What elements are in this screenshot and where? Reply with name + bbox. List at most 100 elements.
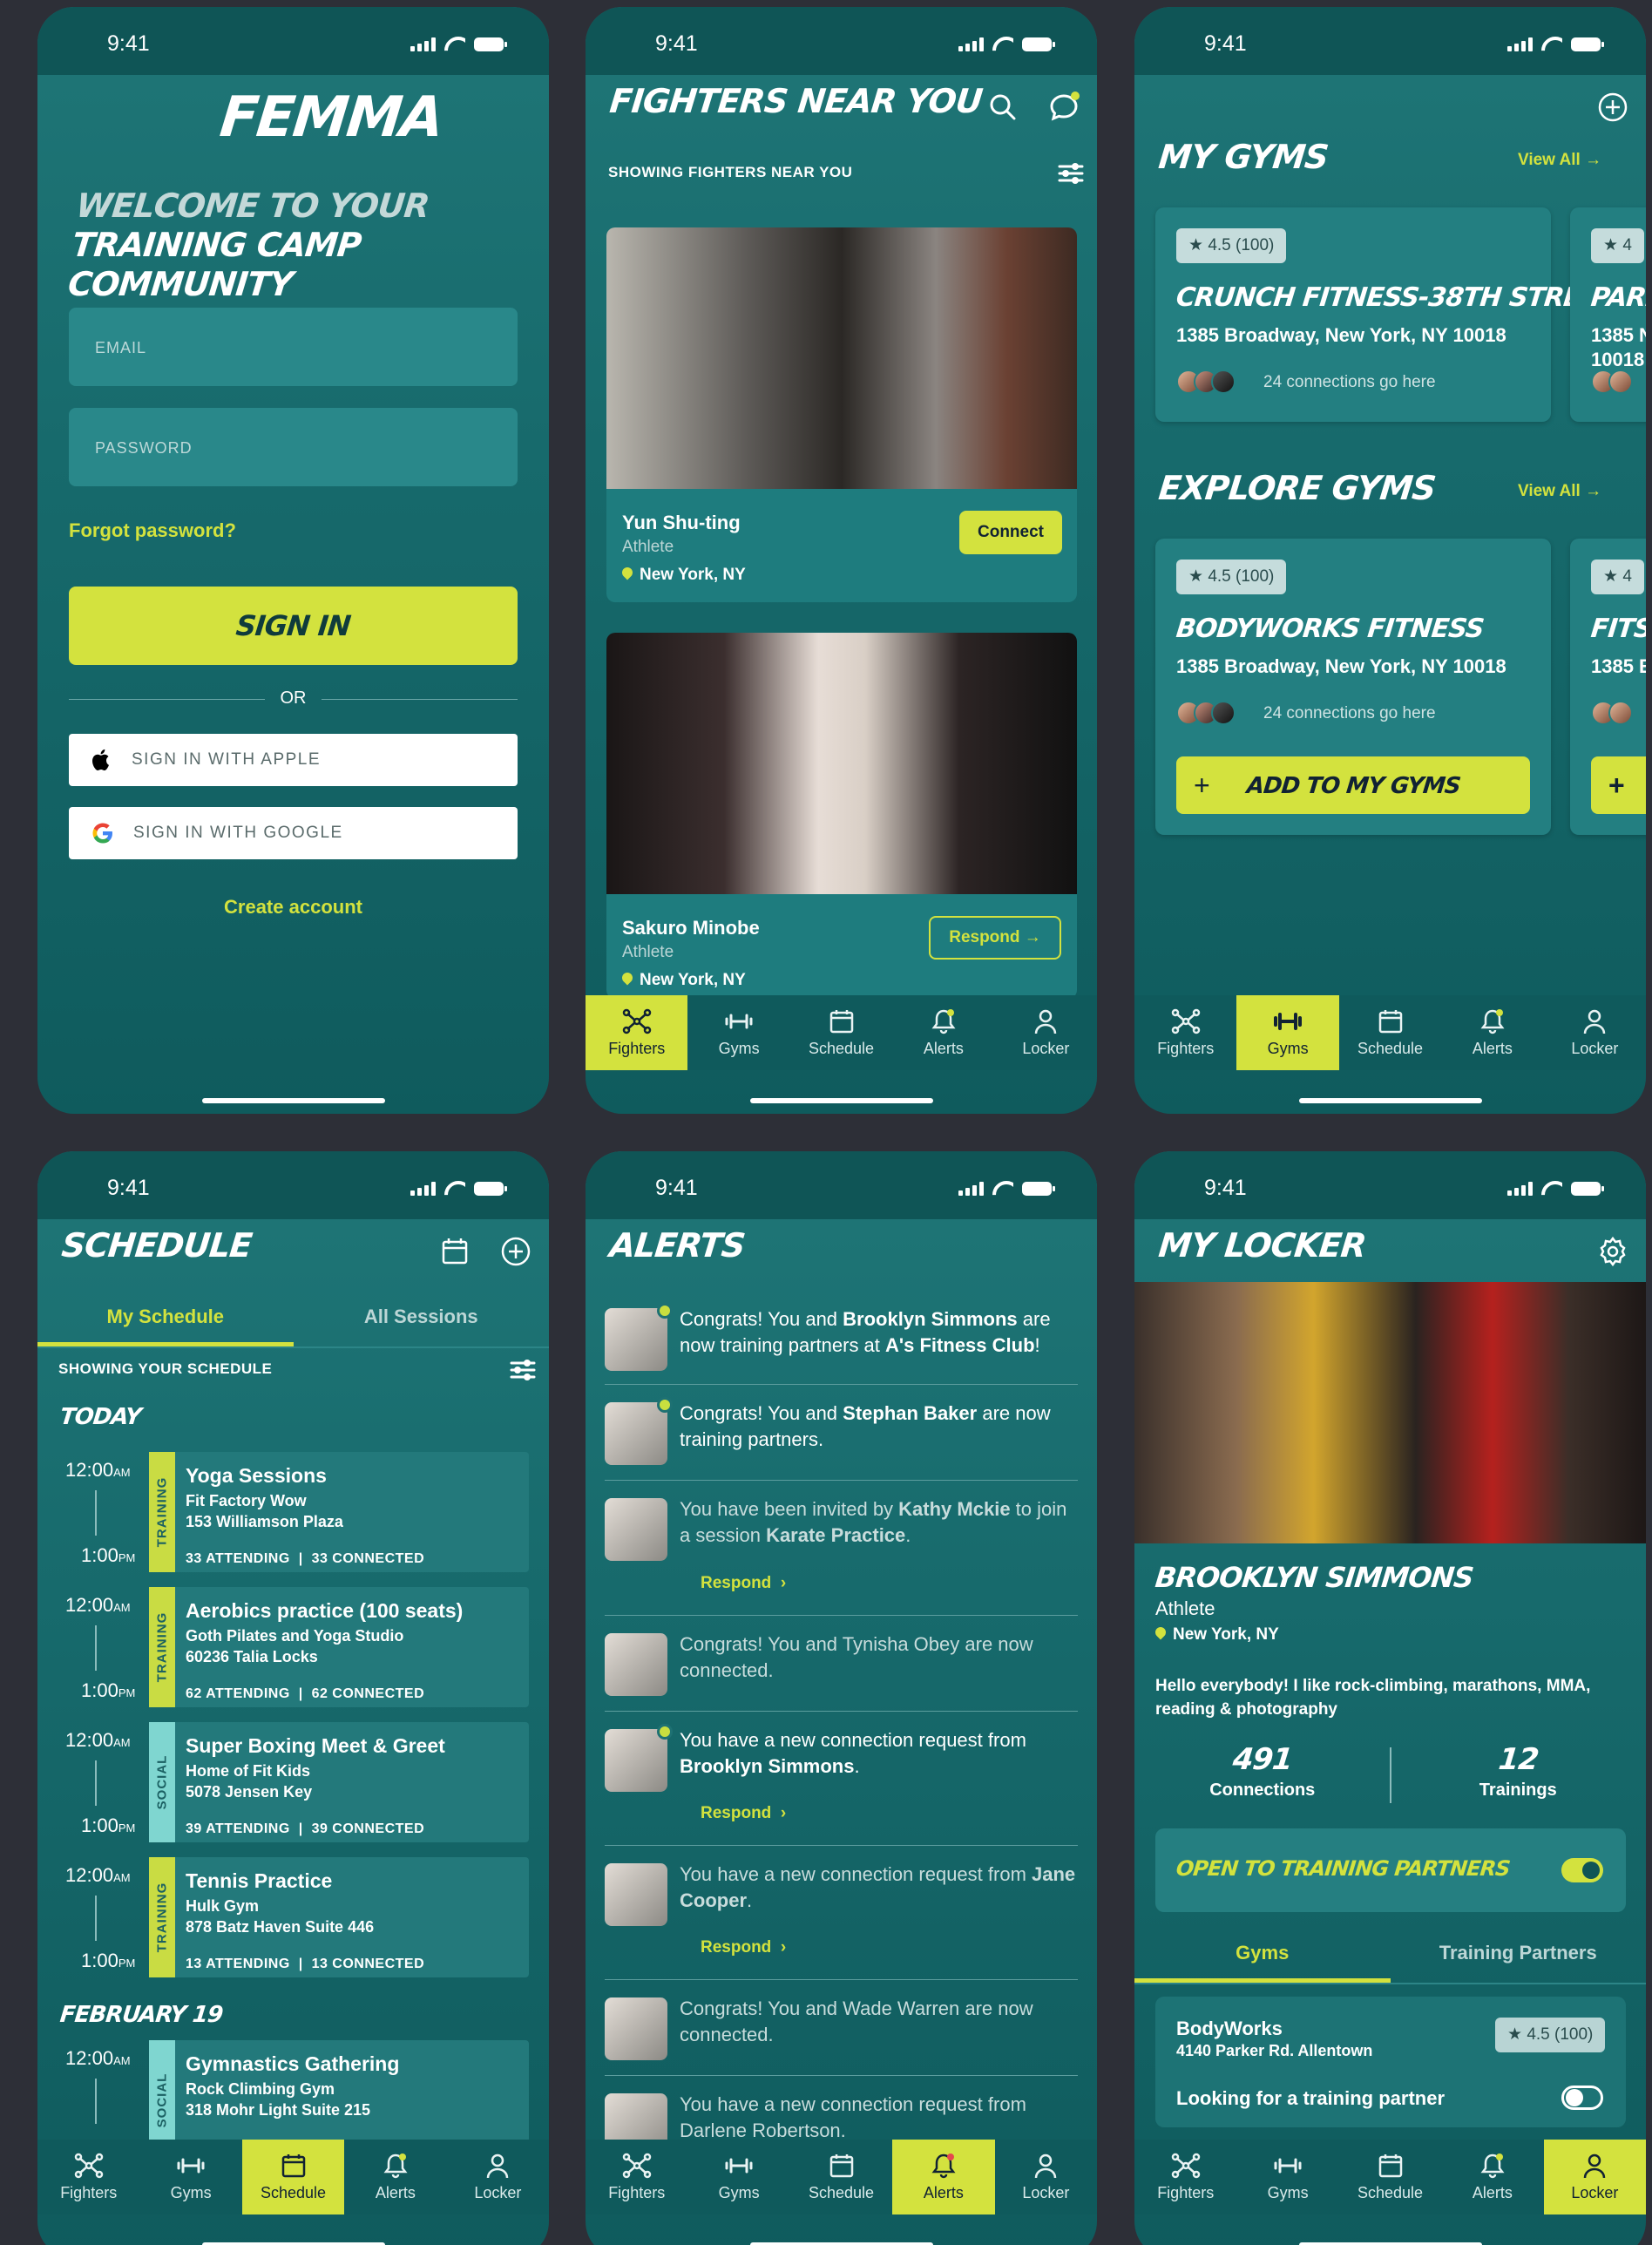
alert-item[interactable]: You have been invited by Kathy Mckie to … <box>605 1481 1078 1616</box>
gear-icon[interactable] <box>1596 1235 1629 1268</box>
event-card[interactable]: SOCIAL Super Boxing Meet & Greet Home of… <box>149 1722 529 1842</box>
fighter-card[interactable]: Yun Shu-ting Athlete New York, NY Connec… <box>606 227 1077 602</box>
respond-link[interactable]: Respond › <box>701 1574 786 1593</box>
respond-link[interactable]: Respond › <box>701 1938 786 1957</box>
create-account-link[interactable]: Create account <box>69 896 518 919</box>
tab-all-sessions[interactable]: All Sessions <box>294 1292 550 1346</box>
nav-schedule[interactable]: Schedule <box>1339 2140 1441 2214</box>
fighter-card[interactable]: Sakuro Minobe Athlete New York, NY Respo… <box>606 633 1077 999</box>
bell-icon <box>1480 2153 1505 2178</box>
event-card[interactable]: TRAINING Aerobics practice (100 seats) G… <box>149 1587 529 1707</box>
alert-item[interactable]: You have a new connection request from B… <box>605 1712 1078 1846</box>
gym-name: BODYWORKS FITNESS <box>1175 614 1486 644</box>
tab-my-schedule[interactable]: My Schedule <box>37 1292 294 1346</box>
connection-avatars <box>1591 701 1633 725</box>
alert-item[interactable]: Congrats! You and Tynisha Obey are now c… <box>605 1616 1078 1712</box>
alert-text: You have a new connection request from J… <box>680 1863 1076 1911</box>
event-tag: TRAINING <box>149 1857 175 1977</box>
trainings-stat[interactable]: 12 Trainings <box>1391 1742 1647 1801</box>
nav-fighters[interactable]: Fighters <box>586 995 688 1070</box>
gym-card-peek[interactable]: ★ 4 PARK 1385 N 10018 <box>1570 207 1646 422</box>
alert-item[interactable]: Congrats! You and Wade Warren are now co… <box>605 1980 1078 2076</box>
event-place: Fit Factory Wow <box>186 1492 307 1509</box>
nav-fighters[interactable]: Fighters <box>586 2140 687 2214</box>
add-to-my-gyms-button[interactable]: + ADD TO MY GYMS <box>1176 756 1530 814</box>
nav-schedule[interactable]: Schedule <box>790 995 892 1070</box>
respond-link[interactable]: Respond › <box>701 1804 786 1823</box>
sign-in-google-button[interactable]: SIGN IN WITH GOOGLE <box>69 807 518 859</box>
sign-in-button[interactable]: SIGN IN <box>69 587 518 665</box>
view-all-explore[interactable]: View All → <box>1518 482 1601 501</box>
locker-gym-card[interactable]: BodyWorks 4140 Parker Rd. Allentown ★ 4.… <box>1155 1997 1626 2127</box>
nav-gyms[interactable]: Gyms <box>687 2140 789 2214</box>
tab-gyms[interactable]: Gyms <box>1134 1929 1391 1983</box>
forgot-password-link[interactable]: Forgot password? <box>69 519 236 542</box>
connect-button[interactable]: Connect <box>959 511 1062 554</box>
filter-icon[interactable] <box>508 1355 538 1385</box>
nav-gyms[interactable]: Gyms <box>1236 2140 1338 2214</box>
nav-schedule[interactable]: Schedule <box>241 2140 345 2214</box>
fighter-role: Athlete <box>622 538 674 556</box>
calendar-icon[interactable] <box>438 1235 471 1268</box>
open-to-partners-toggle[interactable] <box>1561 1858 1603 1882</box>
locker-screen: 9:41 MY LOCKER BROOKLYN SIMMONS Athlete … <box>1134 1151 1646 2245</box>
nav-alerts[interactable]: Alerts <box>344 2140 446 2214</box>
dumbbell-icon <box>177 2158 205 2173</box>
nav-gyms[interactable]: Gyms <box>687 995 789 1070</box>
add-circle-icon[interactable] <box>1596 91 1629 124</box>
alert-item[interactable]: You have a new connection request from J… <box>605 1846 1078 1980</box>
page-title: ALERTS <box>607 1226 747 1265</box>
nav-schedule[interactable]: Schedule <box>1339 995 1441 1070</box>
sign-in-apple-button[interactable]: SIGN IN WITH APPLE <box>69 734 518 786</box>
nav-gyms[interactable]: Gyms <box>1236 995 1339 1070</box>
tab-training-partners[interactable]: Training Partners <box>1391 1929 1647 1983</box>
page-title: FIGHTERS NEAR YOU <box>607 82 985 120</box>
respond-button[interactable]: Respond → <box>929 916 1061 960</box>
nav-alerts[interactable]: Alerts <box>892 995 994 1070</box>
nav-locker[interactable]: Locker <box>447 2140 549 2214</box>
nav-gyms[interactable]: Gyms <box>139 2140 241 2214</box>
nav-locker[interactable]: Locker <box>995 2140 1097 2214</box>
event-tag: SOCIAL <box>149 1722 175 1842</box>
event-start-time: 12:00AM <box>65 1459 131 1481</box>
nav-alerts[interactable]: Alerts <box>892 2140 995 2214</box>
event-address: 153 Williamson Plaza <box>186 1513 343 1530</box>
avatar <box>605 1724 673 1792</box>
email-field[interactable]: EMAIL <box>69 308 518 386</box>
add-circle-icon[interactable] <box>499 1235 532 1268</box>
calendar-icon <box>1378 2153 1402 2177</box>
wifi-icon <box>992 1181 1013 1196</box>
gym-address: 1385 Broadway, New York, NY 10018 <box>1176 324 1506 346</box>
nav-fighters[interactable]: Fighters <box>1134 995 1236 1070</box>
nav-alerts[interactable]: Alerts <box>1441 2140 1543 2214</box>
password-field[interactable]: PASSWORD <box>69 408 518 486</box>
gym-card[interactable]: ★ 4.5 (100) CRUNCH FITNESS-38TH STREET 1… <box>1155 207 1616 422</box>
rating-badge: ★ 4 <box>1591 228 1644 263</box>
filter-icon[interactable] <box>1056 159 1086 188</box>
gym-card[interactable]: ★ 4.5 (100) BODYWORKS FITNESS 1385 Broad… <box>1155 539 1551 835</box>
event-card[interactable]: TRAINING Yoga Sessions Fit Factory Wow 1… <box>149 1452 529 1572</box>
nav-locker[interactable]: Locker <box>1544 995 1646 1070</box>
nav-fighters[interactable]: Fighters <box>37 2140 139 2214</box>
nav-fighters[interactable]: Fighters <box>1134 2140 1236 2214</box>
nav-alerts[interactable]: Alerts <box>1441 995 1543 1070</box>
alert-item[interactable]: Congrats! You and Brooklyn Simmons are n… <box>605 1291 1078 1385</box>
connections-stat[interactable]: 491 Connections <box>1134 1742 1391 1801</box>
profile-location: New York, NY <box>1153 1624 1279 1645</box>
event-card[interactable]: TRAINING Tennis Practice Hulk Gym 878 Ba… <box>149 1857 529 1977</box>
search-icon[interactable] <box>986 91 1019 124</box>
looking-toggle[interactable] <box>1561 2086 1603 2110</box>
calendar-icon <box>829 2153 853 2177</box>
gym-card-peek[interactable]: ★ 4 FITS 1385 E + <box>1570 539 1646 835</box>
chat-icon[interactable] <box>1047 91 1080 124</box>
time-line <box>95 1896 97 1941</box>
star-icon: ★ <box>1188 567 1204 586</box>
alert-item[interactable]: Congrats! You and Stephan Baker are now … <box>605 1385 1078 1481</box>
nav-schedule[interactable]: Schedule <box>790 2140 892 2214</box>
home-indicator <box>1298 1098 1482 1103</box>
nav-locker[interactable]: Locker <box>995 995 1097 1070</box>
section-today: TODAY <box>58 1404 142 1430</box>
view-all-my-gyms[interactable]: View All → <box>1518 151 1601 170</box>
nav-locker[interactable]: Locker <box>1543 2140 1646 2214</box>
add-button[interactable]: + <box>1591 756 1646 814</box>
